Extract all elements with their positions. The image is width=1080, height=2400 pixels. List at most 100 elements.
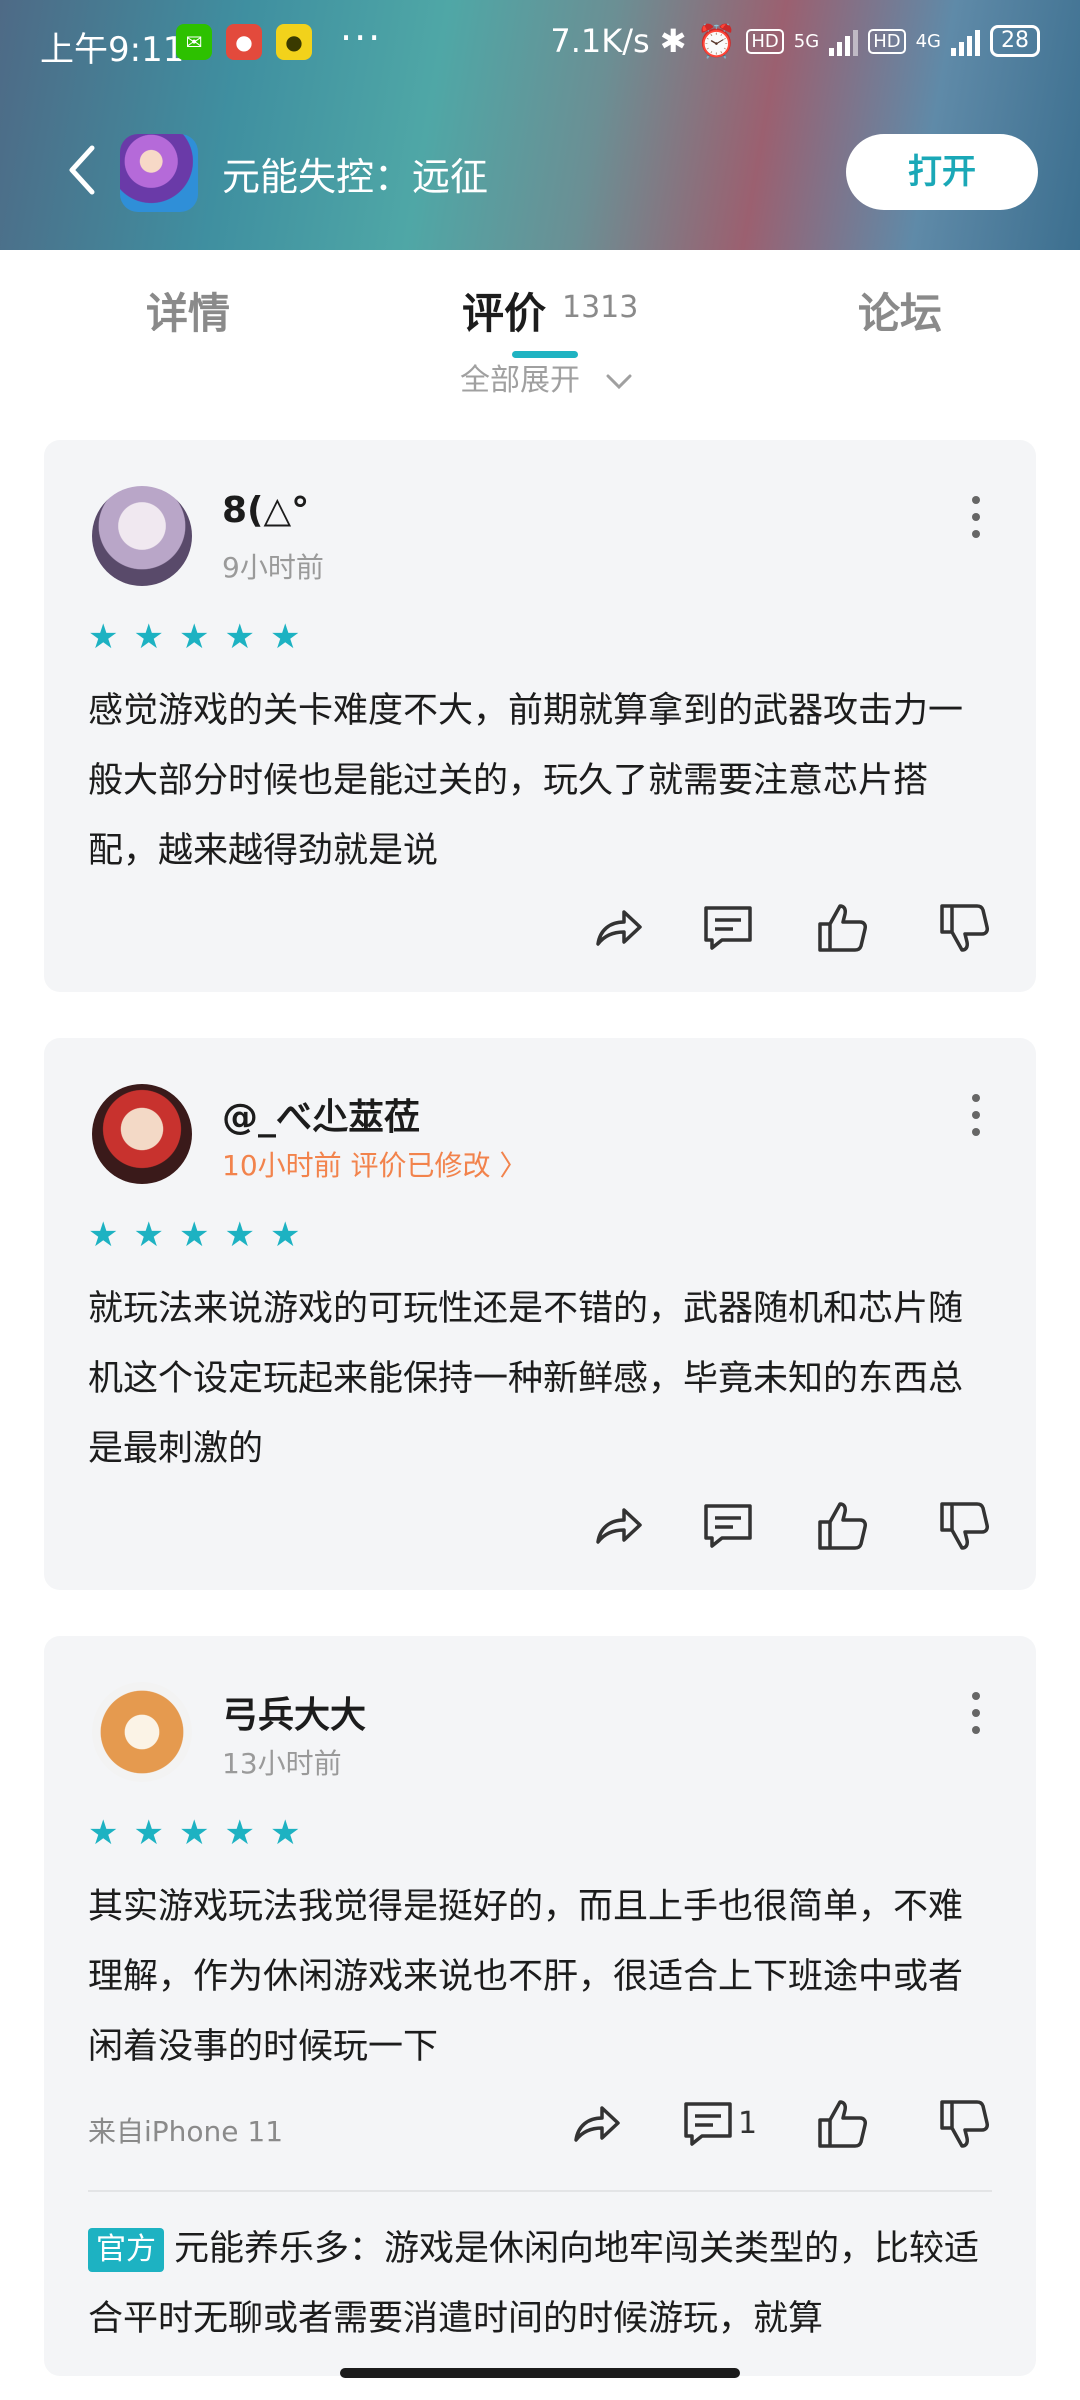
star-icon: ★ xyxy=(88,1215,119,1255)
like-button[interactable] xyxy=(814,2096,870,2152)
star-icon: ★ xyxy=(178,1813,210,1853)
rating-stars: ★ ★ ★ ★ ★ xyxy=(88,620,300,654)
avatar[interactable] xyxy=(92,1084,192,1184)
thumbs-down-icon xyxy=(940,2100,989,2148)
comment-button[interactable] xyxy=(700,900,756,956)
star-icon: ★ xyxy=(178,617,210,657)
thumbs-down-icon xyxy=(940,904,989,952)
chevron-left-icon xyxy=(69,145,95,195)
signal-icon-2 xyxy=(951,26,980,56)
review-text: 其实游戏玩法我觉得是挺好的，而且上手也很简单，不难理解，作为休闲游戏来说也不肝，… xyxy=(88,1887,964,2067)
battery-icon: 28 xyxy=(990,25,1040,57)
network-type-1: 5G xyxy=(793,30,820,52)
review-card: 弓兵大大 13小时前 ★ ★ ★ ★ ★ 其实游戏玩法我觉得是挺好的，而且上手也很简单，… xyxy=(44,1636,1036,2376)
dislike-button[interactable] xyxy=(936,1498,992,1554)
thumbs-down-icon xyxy=(940,1502,989,1550)
network-type-2: 4G xyxy=(915,30,941,52)
tab-reviews[interactable]: 评价 xyxy=(462,280,546,341)
home-indicator[interactable] xyxy=(340,2368,740,2378)
status-bar: 上午9:11 ✉ ● ● ··· 7.1K/s ✱ ⏰ HD 5G HD 4G … xyxy=(0,0,1080,90)
comment-count: 1 xyxy=(738,2106,758,2141)
more-options-icon[interactable] xyxy=(970,1692,982,1743)
hd-badge-2: HD xyxy=(868,28,906,54)
star-icon: ★ xyxy=(224,1813,255,1853)
avatar[interactable] xyxy=(92,1682,192,1782)
network-speed: 7.1K/s xyxy=(550,22,650,60)
share-button[interactable] xyxy=(590,1498,646,1554)
expand-filter[interactable]: 全部展开 xyxy=(460,355,634,399)
more-options-icon[interactable] xyxy=(970,496,982,547)
star-icon: ★ xyxy=(178,1215,210,1255)
share-icon xyxy=(596,910,642,946)
wechat-icon: ✉ xyxy=(176,24,212,60)
review-time: 9小时前 xyxy=(222,551,324,584)
notification-app-icon: ● xyxy=(226,24,262,60)
app-header: 上午9:11 ✉ ● ● ··· 7.1K/s ✱ ⏰ HD 5G HD 4G … xyxy=(0,0,1080,250)
star-icon: ★ xyxy=(133,1215,164,1255)
review-actions: 1 xyxy=(44,2096,1036,2156)
review-time: 13小时前 xyxy=(222,1747,342,1780)
review-card: @_べ尐莁莅 10小时前 评价已修改 〉 ★ ★ ★ ★ ★ 就玩法来说游戏的可玩性还是… xyxy=(44,1038,1036,1590)
comment-icon xyxy=(704,1504,752,1548)
review-text: 就玩法来说游戏的可玩性还是不错的，武器随机和芯片随机这个设定玩起来能保持一种新鲜… xyxy=(88,1289,964,1469)
star-icon: ★ xyxy=(88,1813,119,1853)
dislike-button[interactable] xyxy=(936,2096,992,2152)
open-button[interactable]: 打开 xyxy=(846,134,1038,210)
official-badge: 官方 xyxy=(88,2228,164,2272)
thumbs-up-icon xyxy=(818,904,867,952)
review-text: 感觉游戏的关卡难度不大，前期就算拿到的武器攻击力一般大部分时候也是能过关的，玩久… xyxy=(88,691,964,871)
share-icon xyxy=(574,2106,620,2142)
review-username[interactable]: @_べ尐莁莅 xyxy=(222,1088,420,1140)
signal-icon-1 xyxy=(829,26,859,56)
share-button[interactable] xyxy=(590,900,646,956)
star-icon: ★ xyxy=(88,617,119,657)
review-username[interactable]: 8(△° xyxy=(222,490,309,531)
bluetooth-icon: ✱ xyxy=(659,22,687,60)
star-icon: ★ xyxy=(224,617,255,657)
hd-badge-1: HD xyxy=(746,28,784,54)
star-icon: ★ xyxy=(269,617,301,657)
rating-stars: ★ ★ ★ ★ ★ xyxy=(88,1816,300,1850)
official-reply-text: 元能养乐多：游戏是休闲向地牢闯关类型的，比较适合平时无聊或者需要消遣时间的时候游… xyxy=(88,2229,980,2339)
official-reply[interactable]: 官方 元能养乐多：游戏是休闲向地牢闯关类型的，比较适合平时无聊或者需要消遣时间的时… xyxy=(88,2214,992,2354)
review-username[interactable]: 弓兵大大 xyxy=(222,1686,366,1738)
share-icon xyxy=(596,1508,642,1544)
star-icon: ★ xyxy=(133,617,164,657)
star-icon: ★ xyxy=(269,1813,301,1853)
star-icon: ★ xyxy=(224,1215,255,1255)
app-icon[interactable] xyxy=(120,134,198,212)
status-right: 7.1K/s ✱ ⏰ HD 5G HD 4G 28 xyxy=(550,22,1040,60)
status-time: 上午9:11 xyxy=(40,30,185,70)
back-button[interactable] xyxy=(62,142,102,198)
share-button[interactable] xyxy=(568,2096,624,2152)
comment-icon xyxy=(704,906,752,950)
comment-button[interactable] xyxy=(700,1498,756,1554)
avatar[interactable] xyxy=(92,486,192,586)
chevron-down-icon xyxy=(606,374,632,389)
review-time-edited[interactable]: 10小时前 评价已修改 〉 xyxy=(222,1144,527,1184)
review-card: 8(△° 9小时前 ★ ★ ★ ★ ★ 感觉游戏的关卡难度不大，前期就算拿到的武器攻击力… xyxy=(44,440,1036,992)
more-options-icon[interactable] xyxy=(970,1094,982,1145)
tab-forum[interactable]: 论坛 xyxy=(858,280,942,341)
comment-button[interactable] xyxy=(680,2096,736,2152)
like-button[interactable] xyxy=(814,1498,870,1554)
alarm-icon: ⏰ xyxy=(696,22,737,60)
tab-bar: 详情 评价 1313 论坛 全部展开 xyxy=(0,250,1080,410)
app-bar: 元能失控：远征 打开 xyxy=(0,120,1080,230)
review-actions xyxy=(44,900,1036,960)
reviews-count: 1313 xyxy=(562,290,639,325)
thumbs-up-icon xyxy=(818,2100,867,2148)
tab-details[interactable]: 详情 xyxy=(146,280,230,341)
star-icon: ★ xyxy=(269,1215,301,1255)
like-button[interactable] xyxy=(814,900,870,956)
review-actions xyxy=(44,1498,1036,1558)
dislike-button[interactable] xyxy=(936,900,992,956)
filter-label: 全部展开 xyxy=(460,363,580,398)
thumbs-up-icon xyxy=(818,1502,867,1550)
more-notifications-icon: ··· xyxy=(340,16,383,60)
comment-icon xyxy=(684,2102,732,2146)
star-icon: ★ xyxy=(133,1813,164,1853)
app-name: 元能失控：远征 xyxy=(222,155,489,199)
reply-divider xyxy=(88,2190,992,2192)
rating-stars: ★ ★ ★ ★ ★ xyxy=(88,1218,300,1252)
